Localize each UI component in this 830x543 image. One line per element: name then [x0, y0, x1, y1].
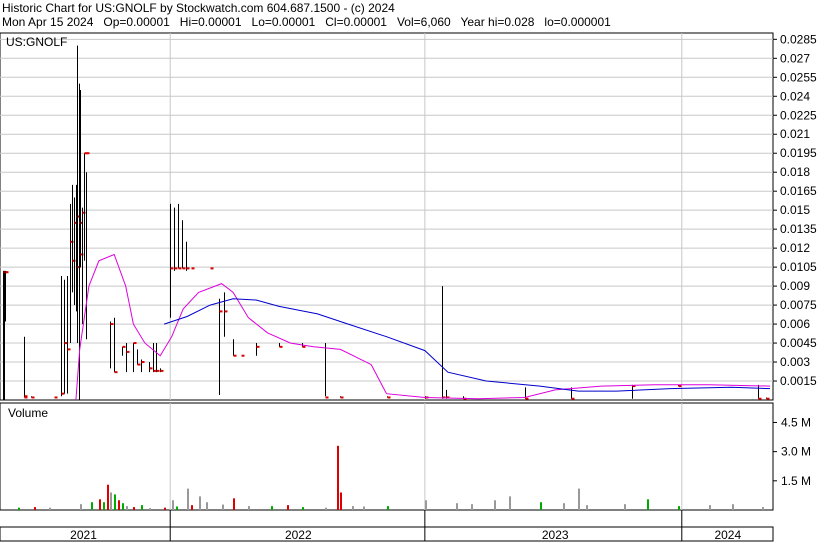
volume-bar [118, 500, 120, 510]
price-tick-label: 0.009 [780, 279, 810, 293]
volume-bar [199, 496, 201, 510]
price-tick-label: 0.0015 [780, 374, 817, 388]
volume-bar [34, 507, 36, 510]
volume-tick-label: 1.5 M [781, 474, 811, 488]
volume-bar [103, 502, 105, 510]
historic-chart: 0.0285 0.027 0.0255 0.024 0.0225 0.021 0.0195 0… [0, 32, 817, 542]
volume-bar [149, 508, 151, 510]
volume-bar [91, 502, 93, 510]
price-tick-label: 0.0135 [780, 222, 817, 236]
price-tick-label: 0.0225 [780, 108, 817, 122]
year-label: 2021 [70, 528, 97, 542]
price-tick-label: 0.0075 [780, 298, 817, 312]
price-tick-label: 0.0285 [780, 32, 817, 46]
volume-bar [363, 506, 365, 510]
time-axis-frame [0, 526, 774, 542]
year-label: 2023 [542, 528, 569, 542]
price-tick-label: 0.024 [780, 89, 810, 103]
price-tick-label: 0.003 [780, 355, 810, 369]
volume-bar [248, 506, 250, 510]
volume-bar [110, 492, 112, 510]
volume-bar [578, 488, 580, 510]
volume-bar [191, 505, 193, 510]
year-label: 2022 [285, 528, 312, 542]
price-tick-label: 0.0195 [780, 146, 817, 160]
volume-bar [141, 505, 143, 510]
volume-bar [49, 507, 51, 510]
volume-bar [471, 504, 473, 510]
volume-tick-label: 3.0 M [781, 445, 811, 459]
price-tick-label: 0.021 [780, 127, 810, 141]
volume-bar [509, 496, 511, 510]
symbol-label: US:GNOLF [6, 35, 67, 49]
price-tick-label: 0.0105 [780, 260, 817, 274]
volume-bar [678, 506, 680, 510]
volume-bar [352, 506, 354, 510]
volume-tick-label: 4.5 M [781, 415, 811, 429]
volume-label: Volume [8, 406, 48, 420]
volume-bar [340, 492, 342, 510]
volume-bar [456, 503, 458, 510]
volume-plot-frame [0, 402, 774, 511]
volume-bar [18, 507, 20, 510]
volume-bar [563, 503, 565, 510]
volume-bar [206, 502, 208, 510]
volume-bar [325, 507, 327, 510]
price-tick-label: 0.018 [780, 165, 810, 179]
volume-bar [222, 504, 224, 510]
volume-bar [425, 500, 427, 510]
volume-bar [387, 506, 389, 510]
volume-panel: 4.5 M 3.0 M 1.5 M Volume [0, 402, 811, 511]
volume-bar [187, 488, 189, 510]
price-tick-label: 0.0165 [780, 184, 817, 198]
volume-bar [732, 504, 734, 510]
volume-bar [287, 505, 289, 510]
volume-bar [647, 499, 649, 510]
volume-bar [233, 498, 235, 510]
volume-bar [709, 505, 711, 510]
price-tick-label: 0.0045 [780, 336, 817, 350]
price-plot-frame [0, 32, 774, 401]
volume-bar [337, 445, 339, 510]
volume-bar [126, 506, 128, 510]
year-label: 2024 [714, 528, 741, 542]
volume-bar [302, 507, 304, 510]
volume-bar [271, 506, 273, 510]
volume-bar [107, 484, 109, 510]
price-tick-label: 0.015 [780, 203, 810, 217]
volume-bar [494, 500, 496, 510]
price-tick-label: 0.0255 [780, 70, 817, 84]
volume-bar [164, 507, 166, 510]
volume-bar [133, 507, 135, 510]
volume-bar [99, 499, 101, 510]
price-panel: 0.0285 0.027 0.0255 0.024 0.0225 0.021 0.0195 0… [0, 32, 817, 401]
volume-bar [540, 502, 542, 510]
volume-bar [80, 504, 82, 510]
volume-bar [586, 505, 588, 510]
price-tick-label: 0.006 [780, 317, 810, 331]
volume-bar [624, 504, 626, 510]
volume-axis: 4.5 M 3.0 M 1.5 M [773, 415, 811, 488]
volume-bar [114, 494, 116, 510]
volume-bar [176, 506, 178, 510]
price-tick-label: 0.027 [780, 51, 810, 65]
time-axis: 2021 2022 2023 2024 [0, 510, 774, 542]
price-tick-label: 0.012 [780, 241, 810, 255]
volume-bar [762, 507, 764, 510]
price-axis: 0.0285 0.027 0.0255 0.024 0.0225 0.021 0.0195 0… [773, 32, 817, 388]
volume-bar [122, 503, 124, 510]
volume-bar [172, 500, 174, 510]
